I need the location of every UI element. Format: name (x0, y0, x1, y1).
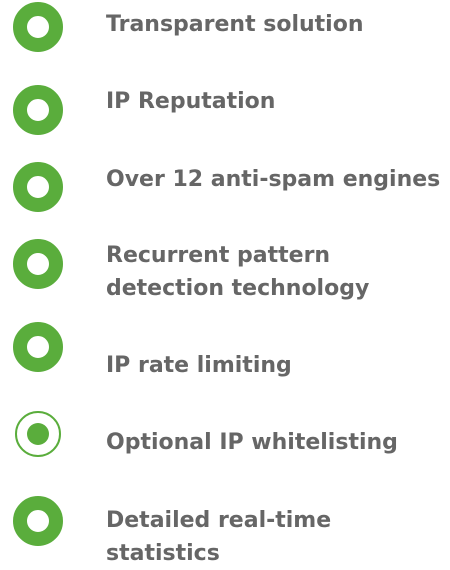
feature-label: Detailed real-time statistics (106, 508, 332, 566)
ring-bullet-icon (13, 496, 63, 546)
ring-bullet-icon (13, 85, 63, 135)
feature-label: Optional IP whitelisting (106, 430, 398, 455)
ring-bullet-icon (13, 162, 63, 212)
ring-bullet-icon (13, 239, 63, 289)
ring-bullet-icon (13, 2, 63, 52)
feature-label: Recurrent pattern detection technology (106, 243, 370, 301)
feature-list: Transparent solution IP Reputation Over … (0, 0, 450, 566)
ring-bullet-icon (13, 322, 63, 372)
feature-label: Over 12 anti-spam engines (106, 167, 441, 192)
radio-selected-icon (13, 409, 63, 459)
feature-label: Transparent solution (106, 12, 364, 37)
feature-label: IP Reputation (106, 89, 276, 114)
feature-label: IP rate limiting (106, 353, 292, 378)
